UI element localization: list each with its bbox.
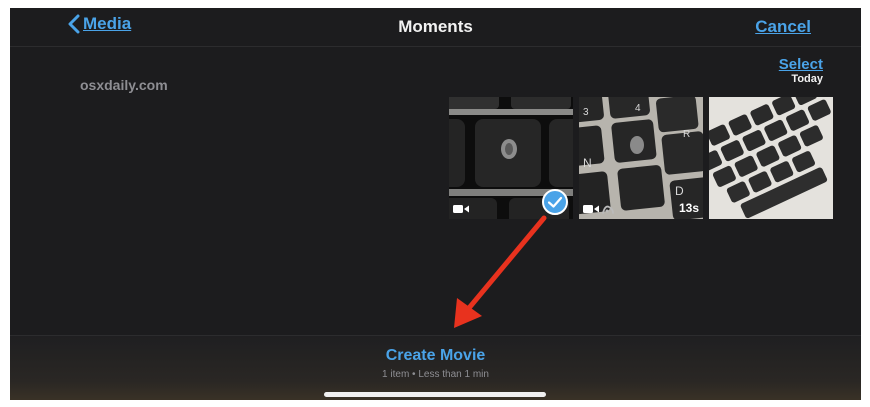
video-duration: 13s <box>678 201 699 215</box>
checkmark-icon <box>542 189 568 215</box>
svg-text:3: 3 <box>583 107 589 118</box>
section-date-label: Today <box>791 73 823 85</box>
app-screen: Media Moments Cancel osxdaily.com Select… <box>10 8 861 400</box>
video-camera-icon <box>583 205 599 213</box>
slomo-icon <box>602 205 614 214</box>
thumbnail-video-2[interactable]: 3 4 R N D 13s <box>579 97 703 219</box>
create-movie-button[interactable]: Create Movie <box>10 347 861 365</box>
bottom-toolbar: Create Movie 1 item • Less than 1 min <box>10 335 861 400</box>
home-indicator[interactable] <box>324 392 546 397</box>
select-button[interactable]: Select <box>779 56 823 73</box>
thumbnail-image <box>709 97 833 219</box>
watermark-text: osxdaily.com <box>80 77 168 93</box>
page-title: Moments <box>398 17 473 36</box>
cancel-button[interactable]: Cancel <box>755 17 811 37</box>
thumbnail-video-1[interactable] <box>449 97 573 219</box>
thumbnail-photo-3[interactable] <box>709 97 833 219</box>
svg-text:N: N <box>583 156 592 170</box>
svg-text:D: D <box>675 184 684 198</box>
svg-text:4: 4 <box>635 103 641 114</box>
video-camera-icon <box>453 205 469 213</box>
svg-text:R: R <box>683 129 690 140</box>
selection-summary: 1 item • Less than 1 min <box>382 369 489 380</box>
navigation-bar: Media Moments Cancel <box>10 8 861 47</box>
